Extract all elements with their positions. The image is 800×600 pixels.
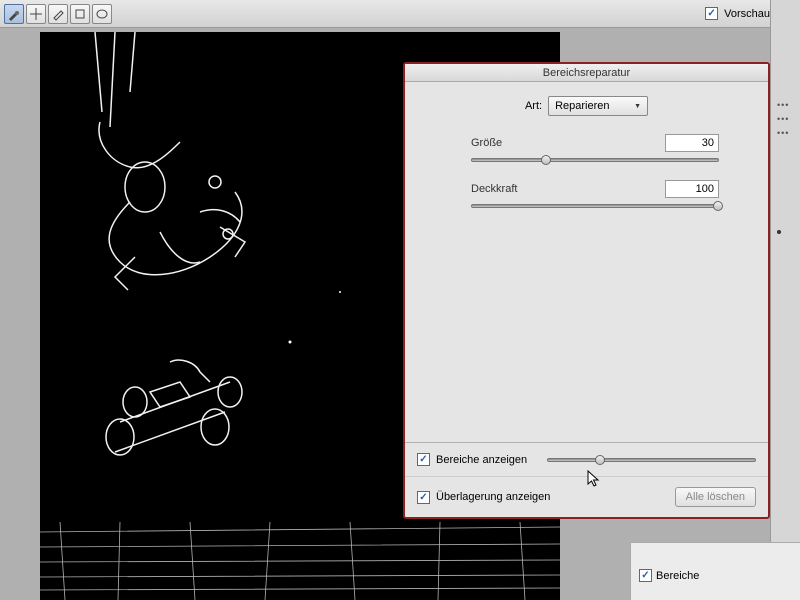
opacity-label: Deckkraft xyxy=(471,183,665,195)
size-value[interactable]: 30 xyxy=(665,134,719,152)
opacity-slider-thumb[interactable] xyxy=(713,201,723,211)
opacity-value[interactable]: 100 xyxy=(665,180,719,198)
crosshair-tool-icon[interactable] xyxy=(26,4,46,24)
show-overlay-checkbox[interactable] xyxy=(417,491,430,504)
rail-handle-icon[interactable]: ••• xyxy=(771,98,800,112)
ellipse-tool-icon[interactable] xyxy=(92,4,112,24)
main-toolbar: Vorschau xyxy=(0,0,800,28)
type-dropdown[interactable]: Reparieren xyxy=(548,96,648,116)
rail-handle-icon[interactable]: ••• xyxy=(771,112,800,126)
show-areas-label: Bereiche anzeigen xyxy=(436,454,527,466)
panel-title: Bereichsreparatur xyxy=(405,64,768,82)
delete-all-button[interactable]: Alle löschen xyxy=(675,487,756,507)
br-areas-label: Bereiche xyxy=(656,570,699,582)
repair-panel: Bereichsreparatur Art: Reparieren Größe … xyxy=(403,62,770,519)
bottom-right-panel: Bereiche xyxy=(630,542,800,600)
rect-tool-icon[interactable] xyxy=(70,4,90,24)
preview-checkbox[interactable] xyxy=(705,7,718,20)
size-slider-thumb[interactable] xyxy=(541,155,551,165)
brush-tool-icon[interactable] xyxy=(4,4,24,24)
areas-slider-thumb[interactable] xyxy=(595,455,605,465)
preview-label: Vorschau xyxy=(724,8,770,20)
size-label: Größe xyxy=(471,137,665,149)
size-slider[interactable] xyxy=(471,158,719,162)
show-areas-checkbox[interactable] xyxy=(417,453,430,466)
br-areas-checkbox[interactable] xyxy=(639,569,652,582)
rail-handle-icon[interactable]: ••• xyxy=(771,126,800,140)
side-rail: ••• ••• ••• xyxy=(770,0,800,600)
type-value: Reparieren xyxy=(555,100,609,112)
type-label: Art: xyxy=(525,100,542,112)
pen-tool-icon[interactable] xyxy=(48,4,68,24)
areas-slider[interactable] xyxy=(547,458,756,462)
opacity-slider[interactable] xyxy=(471,204,719,208)
show-overlay-label: Überlagerung anzeigen xyxy=(436,491,550,503)
